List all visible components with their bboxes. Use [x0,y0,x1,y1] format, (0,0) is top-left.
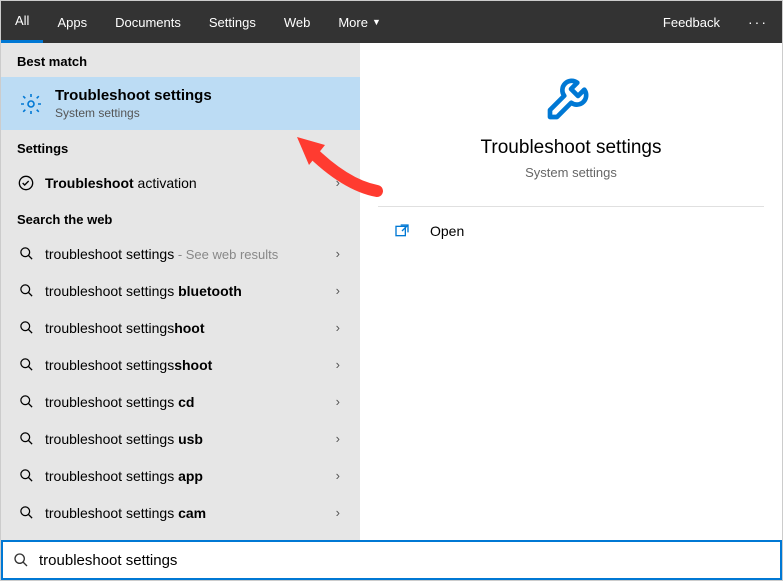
chevron-right-icon: › [336,283,340,298]
feedback-link[interactable]: Feedback [649,1,734,43]
search-icon [17,431,35,446]
chevron-right-icon: › [336,468,340,483]
section-search-web: Search the web [1,201,360,235]
wrench-icon [542,67,600,125]
web-result-bold: usb [178,431,203,447]
gear-icon [17,90,45,118]
best-match-subtitle: System settings [55,106,212,120]
open-icon [394,223,416,239]
web-result-prefix: troubleshoot settings [45,246,174,262]
chevron-right-icon: › [336,357,340,372]
web-result-prefix: troubleshoot settings [45,505,178,521]
chevron-right-icon: › [336,431,340,446]
web-result-prefix: troubleshoot settings [45,468,178,484]
action-open-label: Open [430,223,464,239]
web-result-muted: - See web results [174,247,278,262]
search-icon [17,505,35,520]
search-icon [17,357,35,372]
search-icon [17,468,35,483]
web-result-item[interactable]: troubleshoot settings app › [1,457,360,494]
tab-all[interactable]: All [1,1,43,43]
web-result-bold: bluetooth [178,283,242,299]
web-result-prefix: troubleshoot settings [45,431,178,447]
best-match-title: Troubleshoot settings [55,87,212,104]
chevron-down-icon: ▼ [372,17,381,27]
search-icon [17,283,35,298]
search-input[interactable]: troubleshoot settings [1,540,782,580]
web-result-item[interactable]: troubleshoot settings cd › [1,383,360,420]
web-result-item[interactable]: troubleshoot settings usb › [1,420,360,457]
tab-settings[interactable]: Settings [195,1,270,43]
search-input-text: troubleshoot settings [39,552,177,569]
ellipsis-icon[interactable]: ··· [734,1,782,43]
chevron-right-icon: › [336,246,340,261]
tab-documents[interactable]: Documents [101,1,195,43]
web-result-item[interactable]: troubleshoot settingshoot › [1,309,360,346]
tab-apps[interactable]: Apps [43,1,101,43]
web-result-bold: app [178,468,203,484]
results-panel: Best match Troubleshoot settings System … [1,43,360,540]
web-result-bold: cam [178,505,206,521]
section-best-match: Best match [1,43,360,77]
search-icon [17,320,35,335]
web-result-item[interactable]: troubleshoot settings cam › [1,494,360,531]
best-match-item[interactable]: Troubleshoot settings System settings [1,77,360,130]
preview-title: Troubleshoot settings [378,137,764,159]
web-result-prefix: troubleshoot settings [45,283,178,299]
search-icon [17,246,35,261]
tab-more-label: More [338,15,368,30]
web-result-prefix: troubleshoot settings [45,394,178,410]
preview-panel: Troubleshoot settings System settings Op… [360,43,782,540]
search-icon [17,394,35,409]
settings-item-prefix: Troubleshoot [45,175,134,191]
web-result-prefix: troubleshoot settings [45,320,174,336]
section-settings: Settings [1,130,360,164]
preview-subtitle: System settings [378,165,764,180]
checkmark-circle-icon [17,175,35,191]
settings-item-suffix: activation [134,175,197,191]
chevron-right-icon: › [336,175,340,190]
settings-result-item[interactable]: Troubleshoot activation › [1,164,360,201]
tab-web[interactable]: Web [270,1,325,43]
action-open[interactable]: Open [360,207,782,255]
tab-more[interactable]: More ▼ [324,1,395,43]
web-result-prefix: troubleshoot settings [45,357,174,373]
body-area: Best match Troubleshoot settings System … [1,43,782,540]
tab-bar: All Apps Documents Settings Web More ▼ F… [1,1,782,43]
web-result-item[interactable]: troubleshoot settings - See web results › [1,235,360,272]
web-result-item[interactable]: troubleshoot settingsshoot › [1,346,360,383]
web-result-bold: shoot [174,357,212,373]
chevron-right-icon: › [336,320,340,335]
chevron-right-icon: › [336,394,340,409]
web-result-bold: hoot [174,320,204,336]
preview-card: Troubleshoot settings System settings [378,67,764,207]
chevron-right-icon: › [336,505,340,520]
web-result-item[interactable]: troubleshoot settings bluetooth › [1,272,360,309]
web-result-bold: cd [178,394,194,410]
search-icon [13,552,29,568]
